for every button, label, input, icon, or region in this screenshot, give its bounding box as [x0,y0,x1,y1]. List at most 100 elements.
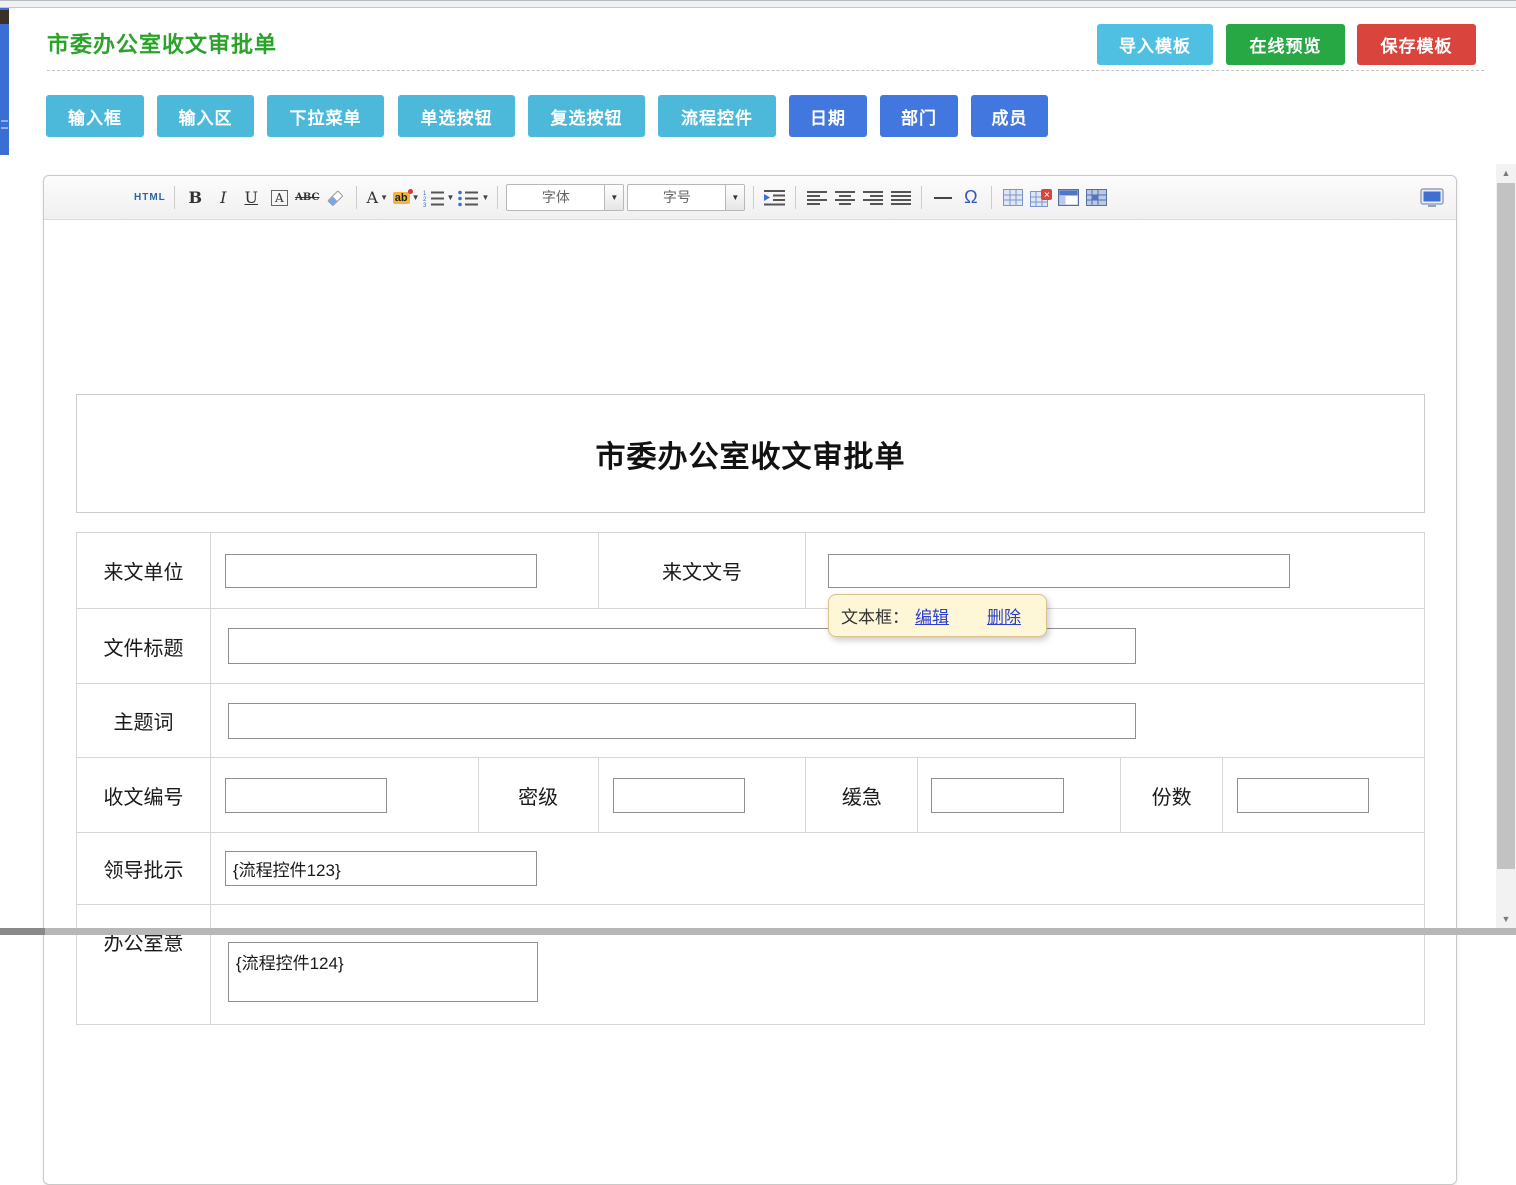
cell-properties-icon[interactable] [1084,185,1109,211]
add-member-button[interactable]: 成员 [971,95,1048,137]
text-color-icon[interactable]: A▼ [365,185,390,211]
header-divider [47,70,1484,71]
bold-icon[interactable]: B [183,185,208,211]
cell-subject-words [211,684,1425,758]
horizontal-rule-icon[interactable] [930,185,955,211]
window-top-edge [0,0,1516,8]
toolbar-separator [497,186,498,209]
field-tooltip: 文本框： 编辑 删除 [828,594,1047,637]
cell-office-opinion: {流程控件124} [211,905,1425,1025]
label-incoming-doc-number: 来文文号 [599,533,807,609]
table-row: 来文单位 来文文号 [77,533,1425,609]
subject-words-input[interactable] [228,703,1136,739]
insert-table-icon[interactable] [1000,185,1025,211]
rich-text-editor: HTML B I U A ABC A▼ ab▼ 123 ▼ ▼ 字体▼ 字号▼ [43,175,1457,1185]
fullscreen-icon[interactable] [1419,185,1444,211]
label-leader-instructions: 领导批示 [77,833,211,905]
scroll-up-arrow-icon[interactable]: ▲ [1496,164,1516,182]
table-row: 收文编号 密级 缓急 份数 [77,758,1425,833]
receipt-number-input[interactable] [225,778,387,813]
font-size-select[interactable]: 字号▼ [627,184,745,211]
secrecy-level-input[interactable] [613,778,745,813]
table-row: 主题词 [77,684,1425,758]
background-window-sliver [0,8,9,155]
label-secrecy-level: 密级 [479,758,599,833]
add-input-box-button[interactable]: 输入框 [46,95,144,137]
decorative-line [1,120,8,122]
add-checkbox-button[interactable]: 复选按钮 [528,95,645,137]
leader-instructions-flow-control[interactable]: {流程控件123} [225,851,537,886]
copies-input[interactable] [1237,778,1369,813]
tooltip-label: 文本框： [841,603,909,628]
add-date-button[interactable]: 日期 [789,95,867,137]
import-template-button[interactable]: 导入模板 [1097,24,1213,65]
cell-copies [1223,758,1425,833]
font-style-icon[interactable]: A [267,185,292,211]
indent-icon[interactable] [762,185,787,211]
scrollbar-thumb[interactable] [1497,183,1515,869]
unordered-list-icon[interactable]: ▼ [457,185,489,211]
label-document-title: 文件标题 [77,609,211,684]
cell-incoming-unit [211,533,599,609]
cell-urgency [918,758,1121,833]
vertical-scrollbar[interactable]: ▲ ▼ [1496,164,1516,928]
window-bottom-edge [0,928,1516,935]
edit-field-link[interactable]: 编辑 [915,603,949,628]
align-center-icon[interactable] [832,185,857,211]
align-left-icon[interactable] [804,185,829,211]
ordered-list-icon[interactable]: 123 ▼ [423,185,455,211]
toolbar-separator [991,186,992,209]
cell-secrecy-level [599,758,807,833]
chevron-down-icon[interactable]: ▼ [725,185,744,210]
form-title-box: 市委办公室收文审批单 [76,394,1425,513]
delete-table-icon[interactable]: ✕ [1028,185,1053,211]
italic-icon[interactable]: I [211,185,236,211]
label-office-opinion: 办公室意 [77,905,211,1025]
table-row: 文件标题 [77,609,1425,684]
toolbar-separator [921,186,922,209]
add-radio-button[interactable]: 单选按钮 [398,95,515,137]
cell-document-title [211,609,1425,684]
decorative-line [1,127,8,129]
delete-field-link[interactable]: 删除 [987,603,1021,628]
cell-receipt-number [211,758,479,833]
editor-toolbar: HTML B I U A ABC A▼ ab▼ 123 ▼ ▼ 字体▼ 字号▼ [44,176,1456,220]
editor-document[interactable]: 市委办公室收文审批单 来文单位 来文文号 文件标题 [44,220,1456,1120]
toolbar-separator [753,186,754,209]
label-receipt-number: 收文编号 [77,758,211,833]
toolbar-separator [174,186,175,209]
chevron-down-icon[interactable]: ▼ [604,185,623,210]
form-template-designer: { "header": { "title": "市委办公室收文审批单", "ac… [0,0,1516,935]
save-template-button[interactable]: 保存模板 [1357,24,1476,65]
scrollbar-corner [0,928,45,935]
page-title: 市委办公室收文审批单 [47,27,277,59]
strikethrough-icon[interactable]: ABC [295,185,320,211]
label-incoming-unit: 来文单位 [77,533,211,609]
special-char-icon[interactable]: Ω [958,185,983,211]
eraser-icon[interactable] [323,185,348,211]
cell-leader-instructions: {流程控件123} [211,833,1425,905]
scroll-down-arrow-icon[interactable]: ▼ [1496,910,1516,928]
table-properties-icon[interactable] [1056,185,1081,211]
urgency-input[interactable] [931,778,1064,813]
font-family-select[interactable]: 字体▼ [506,184,624,211]
html-source-icon[interactable]: HTML [134,185,166,211]
online-preview-button[interactable]: 在线预览 [1226,24,1345,65]
align-justify-icon[interactable] [888,185,913,211]
table-row: 领导批示 {流程控件123} [77,833,1425,905]
add-dropdown-button[interactable]: 下拉菜单 [267,95,384,137]
label-urgency: 缓急 [806,758,918,833]
add-flow-control-button[interactable]: 流程控件 [658,95,776,137]
add-department-button[interactable]: 部门 [880,95,958,137]
underline-icon[interactable]: U [239,185,264,211]
label-subject-words: 主题词 [77,684,211,758]
table-row: 办公室意 {流程控件124} [77,905,1425,1025]
office-opinion-flow-control[interactable]: {流程控件124} [228,942,538,1002]
highlight-color-icon[interactable]: ab▼ [393,185,420,211]
incoming-unit-input[interactable] [225,554,537,588]
align-right-icon[interactable] [860,185,885,211]
incoming-doc-number-input[interactable] [828,554,1290,588]
form-title: 市委办公室收文审批单 [596,432,906,476]
form-table: 来文单位 来文文号 文件标题 主题词 [76,532,1425,1025]
add-textarea-button[interactable]: 输入区 [157,95,254,137]
